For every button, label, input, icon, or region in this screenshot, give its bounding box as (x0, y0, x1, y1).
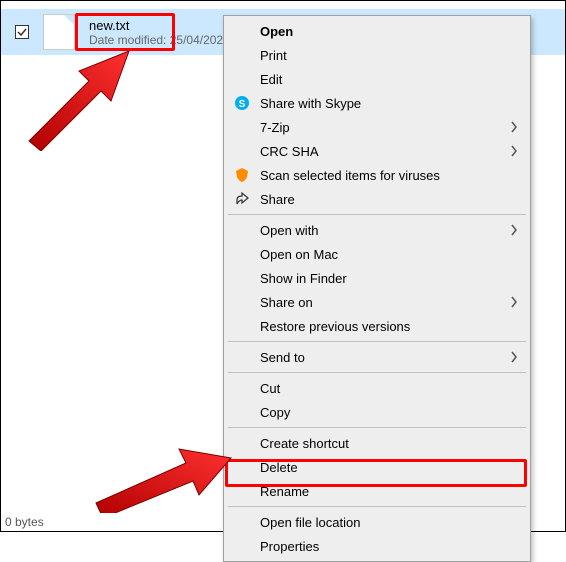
shield-icon (234, 167, 250, 183)
file-name: new.txt (89, 18, 223, 33)
menu-restore-versions[interactable]: Restore previous versions (226, 314, 528, 338)
menu-properties[interactable]: Properties (226, 534, 528, 558)
menu-share[interactable]: Share (226, 187, 528, 211)
menu-crcsha[interactable]: CRC SHA (226, 139, 528, 163)
menu-separator (228, 372, 526, 373)
annotation-arrow-icon (19, 51, 149, 151)
menu-7zip[interactable]: 7-Zip (226, 115, 528, 139)
menu-copy[interactable]: Copy (226, 400, 528, 424)
menu-open[interactable]: Open (226, 19, 528, 43)
menu-open-with[interactable]: Open with (226, 218, 528, 242)
menu-share-on[interactable]: Share on (226, 290, 528, 314)
status-bar: 0 bytes (5, 515, 44, 529)
menu-separator (228, 214, 526, 215)
menu-separator (228, 427, 526, 428)
chevron-right-icon (510, 121, 518, 133)
svg-text:S: S (239, 99, 246, 110)
menu-share-skype[interactable]: S Share with Skype (226, 91, 528, 115)
menu-print[interactable]: Print (226, 43, 528, 67)
menu-create-shortcut[interactable]: Create shortcut (226, 431, 528, 455)
file-date-modified: Date modified: 25/04/202 (89, 33, 223, 47)
menu-cut[interactable]: Cut (226, 376, 528, 400)
menu-delete[interactable]: Delete (226, 455, 528, 479)
context-menu: Open Print Edit S Share with Skype 7-Zip… (223, 15, 531, 562)
annotation-arrow-icon (91, 433, 241, 513)
menu-show-in-finder[interactable]: Show in Finder (226, 266, 528, 290)
chevron-right-icon (510, 351, 518, 363)
chevron-right-icon (510, 145, 518, 157)
menu-rename[interactable]: Rename (226, 479, 528, 503)
menu-send-to[interactable]: Send to (226, 345, 528, 369)
file-label-block: new.txt Date modified: 25/04/202 (85, 16, 227, 49)
menu-separator (228, 341, 526, 342)
skype-icon: S (234, 95, 250, 111)
text-file-icon (43, 14, 75, 50)
menu-open-on-mac[interactable]: Open on Mac (226, 242, 528, 266)
share-icon (234, 191, 250, 207)
menu-edit[interactable]: Edit (226, 67, 528, 91)
menu-separator (228, 506, 526, 507)
chevron-right-icon (510, 296, 518, 308)
file-date-label: Date modified: (89, 33, 166, 47)
file-checkbox[interactable] (15, 25, 29, 39)
menu-open-file-location[interactable]: Open file location (226, 510, 528, 534)
menu-scan-viruses[interactable]: Scan selected items for viruses (226, 163, 528, 187)
file-date-value: 25/04/202 (170, 33, 223, 47)
chevron-right-icon (510, 224, 518, 236)
